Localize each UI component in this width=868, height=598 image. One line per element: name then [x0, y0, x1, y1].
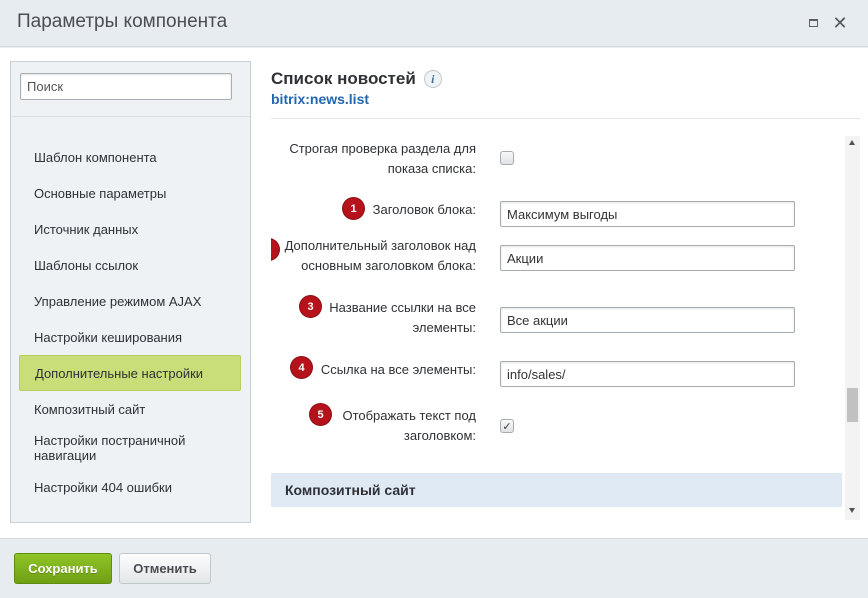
marker-badge: 2	[271, 239, 279, 260]
search-input[interactable]	[20, 73, 232, 100]
save-button[interactable]: Сохранить	[14, 553, 112, 584]
param-label: Заголовок блока:	[372, 202, 476, 217]
param-row-all-link-name: 3 Название ссылки на все элементы:	[271, 293, 842, 343]
param-row-block-title: 1 Заголовок блока:	[271, 187, 842, 227]
sidebar-item-component-template[interactable]: Шаблон компонента	[19, 139, 241, 175]
section-header-composite[interactable]: Композитный сайт	[271, 473, 842, 507]
strict-check-checkbox[interactable]	[500, 151, 514, 165]
params-scrollbar[interactable]	[845, 136, 860, 520]
sidebar-item-ajax[interactable]: Управление режимом AJAX	[19, 283, 241, 319]
param-row-all-link: 4 Ссылка на все элементы:	[271, 347, 842, 387]
param-label: Название ссылки на все элементы:	[329, 300, 476, 335]
block-title-input[interactable]	[500, 201, 795, 227]
main-panel: Список новостей i bitrix:news.list Строг…	[271, 61, 860, 523]
all-link-input[interactable]	[500, 361, 795, 387]
component-title: Список новостей i	[271, 69, 442, 89]
component-title-text: Список новостей	[271, 69, 416, 88]
sidebar-item-main-params[interactable]: Основные параметры	[19, 175, 241, 211]
show-text-checkbox[interactable]: ✓	[500, 419, 514, 433]
cancel-button[interactable]: Отменить	[119, 553, 211, 584]
marker-badge: 1	[343, 198, 364, 219]
dialog-content: Шаблон компонента Основные параметры Ист…	[0, 48, 868, 538]
dialog-title: Параметры компонента	[17, 11, 228, 32]
param-row-extra-title: 2 Дополнительный заголовок над основным …	[271, 231, 842, 281]
sidebar-divider	[11, 116, 250, 117]
dialog-footer: Сохранить Отменить	[0, 538, 868, 598]
dialog-titlebar: Параметры компонента ✕	[0, 0, 868, 47]
sidebar-item-additional-settings[interactable]: Дополнительные настройки	[19, 355, 241, 391]
param-row-strict-check: Строгая проверка раздела для показа спис…	[271, 135, 842, 185]
close-icon[interactable]: ✕	[832, 14, 848, 32]
sidebar-item-link-templates[interactable]: Шаблоны ссылок	[19, 247, 241, 283]
sidebar-item-pagination[interactable]: Настройки постраничной навигации	[19, 427, 241, 469]
extra-title-input[interactable]	[500, 245, 795, 271]
sidebar-list: Шаблон компонента Основные параметры Ист…	[19, 139, 241, 505]
marker-badge: 4	[291, 357, 312, 378]
marker-badge: 5	[310, 404, 331, 425]
main-divider	[271, 118, 860, 119]
param-label: Строгая проверка раздела для показа спис…	[289, 141, 476, 176]
component-code: bitrix:news.list	[271, 91, 370, 107]
maximize-icon[interactable]	[805, 15, 821, 31]
params-list: Строгая проверка раздела для показа спис…	[271, 135, 842, 519]
section-header-label: Композитный сайт	[285, 482, 416, 498]
param-row-show-text: 5 Отображать текст под заголовком: ✓	[271, 397, 842, 447]
marker-badge: 3	[300, 296, 321, 317]
all-link-name-input[interactable]	[500, 307, 795, 333]
scroll-thumb[interactable]	[847, 388, 858, 422]
info-icon[interactable]: i	[423, 70, 442, 88]
sidebar-item-404[interactable]: Настройки 404 ошибки	[19, 469, 241, 505]
param-label: Отображать текст под заголовком:	[342, 408, 476, 443]
scroll-down-icon[interactable]	[849, 508, 855, 513]
param-label: Ссылка на все элементы:	[320, 362, 476, 377]
sidebar-item-caching[interactable]: Настройки кеширования	[19, 319, 241, 355]
param-label: Дополнительный заголовок над основным за…	[284, 238, 476, 273]
sidebar: Шаблон компонента Основные параметры Ист…	[10, 61, 251, 523]
scroll-up-icon[interactable]	[849, 140, 855, 145]
sidebar-item-data-source[interactable]: Источник данных	[19, 211, 241, 247]
sidebar-item-composite-site[interactable]: Композитный сайт	[19, 391, 241, 427]
